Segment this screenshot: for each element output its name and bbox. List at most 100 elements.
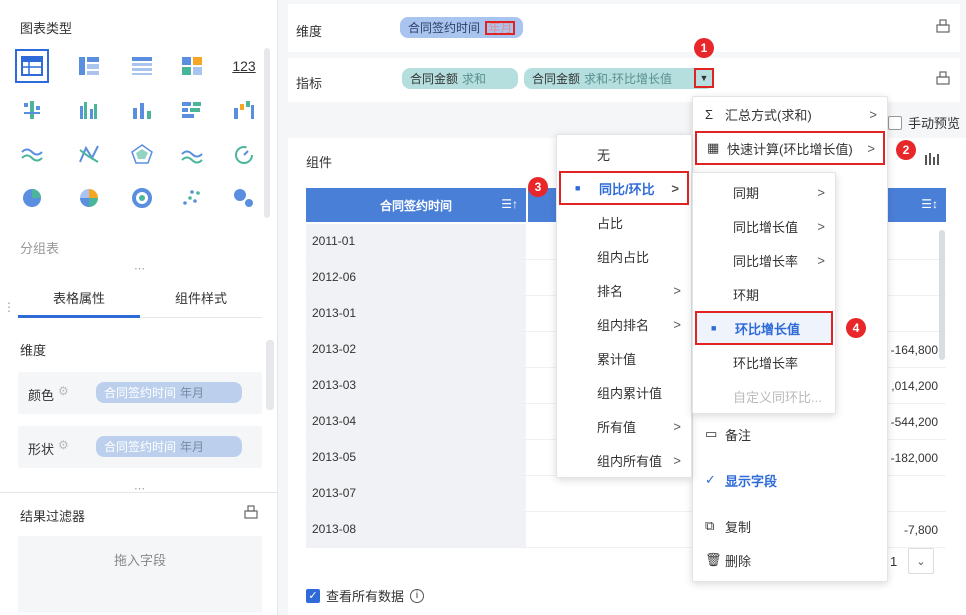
- shape-field-row: 形状 ⚙ 合同签约时间 年月: [18, 426, 262, 468]
- table-scrollbar[interactable]: [939, 230, 945, 360]
- chevron-right-icon: >: [673, 452, 681, 468]
- chevron-right-icon: >: [673, 418, 681, 434]
- calc-item-ratio[interactable]: 占比: [557, 205, 691, 239]
- yoy-item-growth-value[interactable]: 同比增长值 >: [693, 209, 835, 243]
- kpi-card-icon[interactable]: [178, 52, 206, 80]
- chevron-right-icon: >: [671, 180, 679, 196]
- bubble-chart-icon[interactable]: [230, 184, 258, 212]
- calc-item-cumulative[interactable]: 累计值: [557, 341, 691, 375]
- scatter-chart-icon[interactable]: [178, 184, 206, 212]
- view-all-checkbox[interactable]: ✓: [306, 588, 320, 603]
- calc-item-none[interactable]: 无: [557, 137, 691, 171]
- detail-table-icon[interactable]: [128, 52, 156, 80]
- area-chart-icon[interactable]: [178, 140, 206, 168]
- number-indicator-icon[interactable]: 123: [230, 52, 258, 80]
- manual-preview[interactable]: 手动预览: [888, 113, 960, 132]
- settings-icon[interactable]: ⚙: [58, 384, 69, 398]
- menu-item-delete[interactable]: 🗑 删除: [693, 543, 887, 577]
- check-icon: ✓: [705, 472, 716, 487]
- yoy-item-growth-rate[interactable]: 同比增长率 >: [693, 243, 835, 277]
- settings-icon[interactable]: ⚙: [58, 438, 69, 452]
- left-panel: 图表类型 123 分组表 ⋯ 表格属性 组件样式 ⋮ 维度 颜色 ⚙ 合同签约时…: [0, 0, 278, 615]
- tab-table-properties[interactable]: 表格属性: [18, 288, 140, 307]
- mom-item-period[interactable]: 环期: [693, 277, 835, 311]
- chevron-right-icon: >: [817, 252, 825, 268]
- divider: [0, 492, 278, 493]
- horizontal-bar-icon[interactable]: [178, 96, 206, 124]
- view-all-data[interactable]: ✓ 查看所有数据 i: [306, 586, 425, 605]
- bar-chart-icon[interactable]: [128, 96, 156, 124]
- chevron-right-icon: >: [673, 316, 681, 332]
- chart-type-scrollbar[interactable]: [264, 48, 270, 218]
- color-field-pill[interactable]: 合同签约时间 年月: [96, 382, 242, 403]
- menu-item-copy[interactable]: ⧉ 复制: [693, 509, 887, 543]
- dimension-settings-icon[interactable]: [936, 19, 950, 36]
- sort-icon[interactable]: ☰↕: [921, 197, 938, 211]
- menu-item-show-field[interactable]: ✓ 显示字段: [693, 463, 887, 497]
- dimension-field-pill[interactable]: 合同签约时间 年月: [400, 17, 524, 38]
- radar-line-icon[interactable]: [75, 140, 103, 168]
- props-scrollbar[interactable]: [266, 340, 274, 410]
- chart-type-grid: 123: [15, 48, 258, 228]
- tab-component-style[interactable]: 组件样式: [140, 288, 262, 307]
- resize-grip[interactable]: ⋯: [125, 482, 155, 495]
- cross-table-icon[interactable]: [75, 52, 103, 80]
- side-drag-handle[interactable]: ⋮: [3, 300, 15, 314]
- drop-zone[interactable]: 拖入字段: [18, 536, 262, 612]
- page-dropdown-button[interactable]: ⌄: [908, 548, 934, 574]
- calc-item-group-all-values[interactable]: 组内所有值 >: [557, 443, 691, 477]
- sort-icon[interactable]: ☰↑: [501, 197, 518, 211]
- calc-item-group-cumulative[interactable]: 组内累计值: [557, 375, 691, 409]
- color-field-row: 颜色 ⚙ 合同签约时间 年月: [18, 372, 262, 414]
- table-chart-icon[interactable]: [15, 49, 49, 83]
- dimension-row-label: 维度: [296, 24, 323, 39]
- dot-bar-icon[interactable]: [18, 96, 46, 124]
- radar-chart-icon[interactable]: [128, 140, 156, 168]
- metric-dropdown-button[interactable]: ▼: [694, 68, 714, 88]
- manual-preview-checkbox[interactable]: [888, 115, 902, 130]
- menu-item-remark[interactable]: ▭ 备注: [693, 417, 887, 451]
- filter-icon[interactable]: [244, 505, 258, 522]
- chevron-right-icon: >: [817, 218, 825, 234]
- gauge-icon[interactable]: [230, 140, 258, 168]
- page-number[interactable]: 1: [890, 554, 897, 569]
- yoy-item-same-period[interactable]: 同期 >: [693, 175, 835, 209]
- dimension-label: 维度: [20, 343, 47, 358]
- donut-chart-icon[interactable]: [128, 184, 156, 212]
- calc-item-rank[interactable]: 排名 >: [557, 273, 691, 307]
- step-badge-3: 3: [528, 177, 548, 197]
- property-tabs: 表格属性 组件样式: [18, 280, 262, 318]
- calc-item-all-values[interactable]: 所有值 >: [557, 409, 691, 443]
- trash-icon: 🗑: [705, 552, 722, 567]
- bullet-icon: ■: [711, 323, 717, 333]
- chevron-right-icon: >: [673, 282, 681, 298]
- menu-item-summary[interactable]: Σ 汇总方式(求和) >: [693, 97, 887, 131]
- line-chart-icon[interactable]: [18, 140, 46, 168]
- metric1-pill[interactable]: 合同金额 求和: [402, 68, 518, 89]
- menu-item-quick-calc[interactable]: ▦ 快速计算(环比增长值) >: [695, 131, 885, 165]
- chevron-right-icon: >: [817, 184, 825, 200]
- metric2-pill[interactable]: 合同金额 求和-环比增长值: [524, 68, 714, 89]
- yoy-submenu: 同期 > 同比增长值 > 同比增长率 > 环期 ■ 环比增长值 环比增长率 自定义同环…: [692, 172, 836, 414]
- info-icon[interactable]: i: [410, 588, 425, 603]
- waterfall-icon[interactable]: [230, 96, 258, 124]
- shape-field-pill[interactable]: 合同签约时间 年月: [96, 436, 242, 457]
- mom-item-growth-value[interactable]: ■ 环比增长值: [695, 311, 833, 345]
- calc-item-group-ratio[interactable]: 组内占比: [557, 239, 691, 273]
- step-badge-1: 1: [694, 38, 714, 58]
- rose-chart-icon[interactable]: [75, 184, 103, 212]
- resize-grip[interactable]: ⋯: [125, 262, 155, 275]
- metric-settings-icon[interactable]: [936, 71, 950, 88]
- result-filter-label: 结果过滤器: [20, 509, 86, 524]
- pie-chart-icon[interactable]: [18, 184, 46, 212]
- step-badge-2: 2: [896, 140, 916, 160]
- note-icon: ▭: [705, 426, 718, 441]
- dimension-row: 维度 合同签约时间 年月: [288, 4, 960, 52]
- calc-item-group-rank[interactable]: 组内排名 >: [557, 307, 691, 341]
- custom-yoy-item[interactable]: 自定义同环比...: [693, 379, 835, 413]
- mom-item-growth-rate[interactable]: 环比增长率: [693, 345, 835, 379]
- column-header-date[interactable]: 合同签约时间 ☰↑: [306, 188, 526, 222]
- grouped-bar-icon[interactable]: [75, 96, 103, 124]
- calc-item-yoy-mom[interactable]: ■ 同比/环比 >: [559, 171, 689, 205]
- chart-toggle-icon[interactable]: [924, 152, 940, 169]
